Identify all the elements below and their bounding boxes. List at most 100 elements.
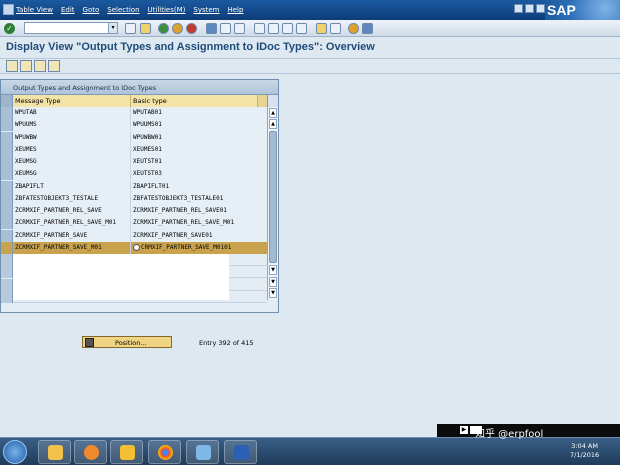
cell-basic-type[interactable]: XEUTST01 xyxy=(131,156,267,168)
row-selector[interactable] xyxy=(1,143,13,156)
column-settings-icon[interactable] xyxy=(257,95,267,107)
row-selector[interactable] xyxy=(1,168,13,181)
row-selector[interactable] xyxy=(1,241,13,254)
taskbar-explorer[interactable] xyxy=(38,440,71,464)
taskbar-chrome[interactable] xyxy=(148,440,181,464)
cell-message-type[interactable]: ZBAPIFLT xyxy=(13,180,131,193)
select-all-rows-button[interactable] xyxy=(1,95,13,107)
next-page-icon[interactable] xyxy=(282,23,293,34)
cell-basic-type[interactable]: WPUUMS01 xyxy=(131,119,267,132)
save-icon[interactable] xyxy=(140,23,151,34)
menu-table-view[interactable]: Table View xyxy=(16,6,53,14)
row-selector[interactable] xyxy=(1,205,13,217)
new-session-icon[interactable] xyxy=(316,23,327,34)
close-window-button[interactable] xyxy=(536,4,545,13)
menu-utilities[interactable]: Utilities(M) xyxy=(148,6,186,14)
cell-message-type[interactable]: ZBFATESTOBJEKT3_TESTALE xyxy=(13,192,131,205)
table-row[interactable]: ZCRMXIF_PARTNER_SAVE_M01 CRMXIF_PARTNER_S… xyxy=(1,241,267,254)
table-row[interactable]: WPUUMS WPUUMS01 xyxy=(1,119,267,132)
cell-message-type[interactable]: WPUWBW xyxy=(13,131,131,144)
taskbar-media-player[interactable] xyxy=(74,440,107,464)
cell-basic-type[interactable]: ZCRMXIF_PARTNER_REL_SAVE01 xyxy=(131,205,267,217)
menu-help[interactable]: Help xyxy=(227,6,243,14)
cell-basic-type[interactable]: CRMXIF_PARTNER_SAVE_M0101 xyxy=(131,241,267,254)
cell-basic-type[interactable]: XEUMES01 xyxy=(131,143,267,156)
minimize-button[interactable] xyxy=(514,4,523,13)
table-config-icon[interactable] xyxy=(267,95,278,107)
select-block-icon[interactable] xyxy=(34,60,46,72)
table-row[interactable]: WPUWBW WPUWBW01 xyxy=(1,131,267,144)
status-toggle-icon[interactable]: ▶ xyxy=(460,426,468,434)
row-selector[interactable] xyxy=(1,290,13,303)
vertical-scrollbar[interactable]: ▲ ▲ ▼ ▼ ▼ xyxy=(267,107,278,300)
maximize-button[interactable] xyxy=(525,4,534,13)
row-selector[interactable] xyxy=(1,180,13,193)
layout-settings-icon[interactable] xyxy=(362,23,373,34)
menu-edit[interactable]: Edit xyxy=(61,6,75,14)
position-button[interactable]: Position... xyxy=(82,336,172,348)
cell-basic-type[interactable]: WPUTAB01 xyxy=(131,107,267,119)
cell-message-type[interactable]: ZCRMXIF_PARTNER_SAVE xyxy=(13,229,131,242)
cell-message-type[interactable]: ZCRMXIF_PARTNER_REL_SAVE_M01 xyxy=(13,217,131,230)
column-header-basic-type[interactable]: Basic type xyxy=(131,95,257,107)
page-down-button[interactable]: ▼ xyxy=(269,265,277,275)
table-row[interactable]: ZBAPIFLT ZBAPIFLT01 xyxy=(1,180,267,193)
enter-button[interactable]: ✓ xyxy=(4,23,15,34)
scroll-thumb[interactable] xyxy=(269,131,277,263)
cell-basic-type[interactable]: XEUTST03 xyxy=(131,168,267,181)
cell-basic-type[interactable]: ZBAPIFLT01 xyxy=(131,180,267,193)
value-help-icon[interactable] xyxy=(133,243,140,251)
cell-message-type[interactable]: XEUMSG xyxy=(13,156,131,168)
command-dropdown-button[interactable]: ▾ xyxy=(108,22,118,34)
cell-message-type[interactable]: WPUUMS xyxy=(13,119,131,132)
menu-system[interactable]: System xyxy=(193,6,219,14)
cell-message-type[interactable]: ZCRMXIF_PARTNER_SAVE_M01 xyxy=(13,241,131,254)
system-clock[interactable]: 3:04 AM 7/1/2016 xyxy=(570,442,599,460)
back-arrow-icon[interactable] xyxy=(125,23,136,34)
row-selector[interactable] xyxy=(1,266,13,279)
cell-message-type[interactable]: XEUMSG xyxy=(13,168,131,181)
previous-page-icon[interactable] xyxy=(268,23,279,34)
table-row[interactable]: XEUMSG XEUTST01 xyxy=(1,156,267,168)
table-row[interactable]: XEUMSG XEUTST03 xyxy=(1,168,267,181)
back-icon[interactable] xyxy=(158,23,169,34)
table-row[interactable]: ZCRMXIF_PARTNER_REL_SAVE ZCRMXIF_PARTNER_… xyxy=(1,205,267,217)
cell-basic-type[interactable]: WPUWBW01 xyxy=(131,131,267,144)
cell-basic-type[interactable]: ZBFATESTOBJEKT3_TESTALE01 xyxy=(131,192,267,205)
last-page-icon[interactable] xyxy=(296,23,307,34)
cancel-icon[interactable] xyxy=(186,23,197,34)
deselect-all-icon[interactable] xyxy=(48,60,60,72)
row-selector[interactable] xyxy=(1,131,13,144)
cell-basic-type[interactable]: ZCRMXIF_PARTNER_SAVE01 xyxy=(131,229,267,242)
scroll-down-button[interactable]: ▼ xyxy=(269,277,277,287)
row-selector[interactable] xyxy=(1,107,13,119)
table-row[interactable]: XEUMES XEUMES01 xyxy=(1,143,267,156)
table-row[interactable]: ZBFATESTOBJEKT3_TESTALE ZBFATESTOBJEKT3_T… xyxy=(1,192,267,205)
row-selector[interactable] xyxy=(1,254,13,266)
exit-icon[interactable] xyxy=(172,23,183,34)
cell-message-type[interactable]: XEUMES xyxy=(13,143,131,156)
command-field[interactable] xyxy=(24,22,118,34)
menu-selection[interactable]: Selection xyxy=(107,6,139,14)
find-icon[interactable] xyxy=(220,23,231,34)
select-all-icon[interactable] xyxy=(20,60,32,72)
scroll-bottom-button[interactable]: ▼ xyxy=(269,288,277,298)
table-row[interactable]: ZCRMXIF_PARTNER_REL_SAVE_M01 ZCRMXIF_PART… xyxy=(1,217,267,230)
cell-message-type[interactable]: WPUTAB xyxy=(13,107,131,119)
row-selector[interactable] xyxy=(1,119,13,132)
row-selector[interactable] xyxy=(1,192,13,205)
taskbar-sap-gui[interactable] xyxy=(186,440,219,464)
table-row[interactable]: WPUTAB WPUTAB01 xyxy=(1,107,267,119)
row-selector[interactable] xyxy=(1,217,13,230)
menu-goto[interactable]: Goto xyxy=(83,6,100,14)
find-next-icon[interactable] xyxy=(234,23,245,34)
print-icon[interactable] xyxy=(206,23,217,34)
first-page-icon[interactable] xyxy=(254,23,265,34)
help-icon[interactable] xyxy=(348,23,359,34)
start-button[interactable] xyxy=(3,440,27,464)
row-selector[interactable] xyxy=(1,156,13,168)
table-row[interactable]: ZCRMXIF_PARTNER_SAVE ZCRMXIF_PARTNER_SAVE… xyxy=(1,229,267,242)
row-selector[interactable] xyxy=(1,278,13,291)
display-change-icon[interactable] xyxy=(6,60,18,72)
taskbar-sap-logon[interactable] xyxy=(110,440,143,464)
